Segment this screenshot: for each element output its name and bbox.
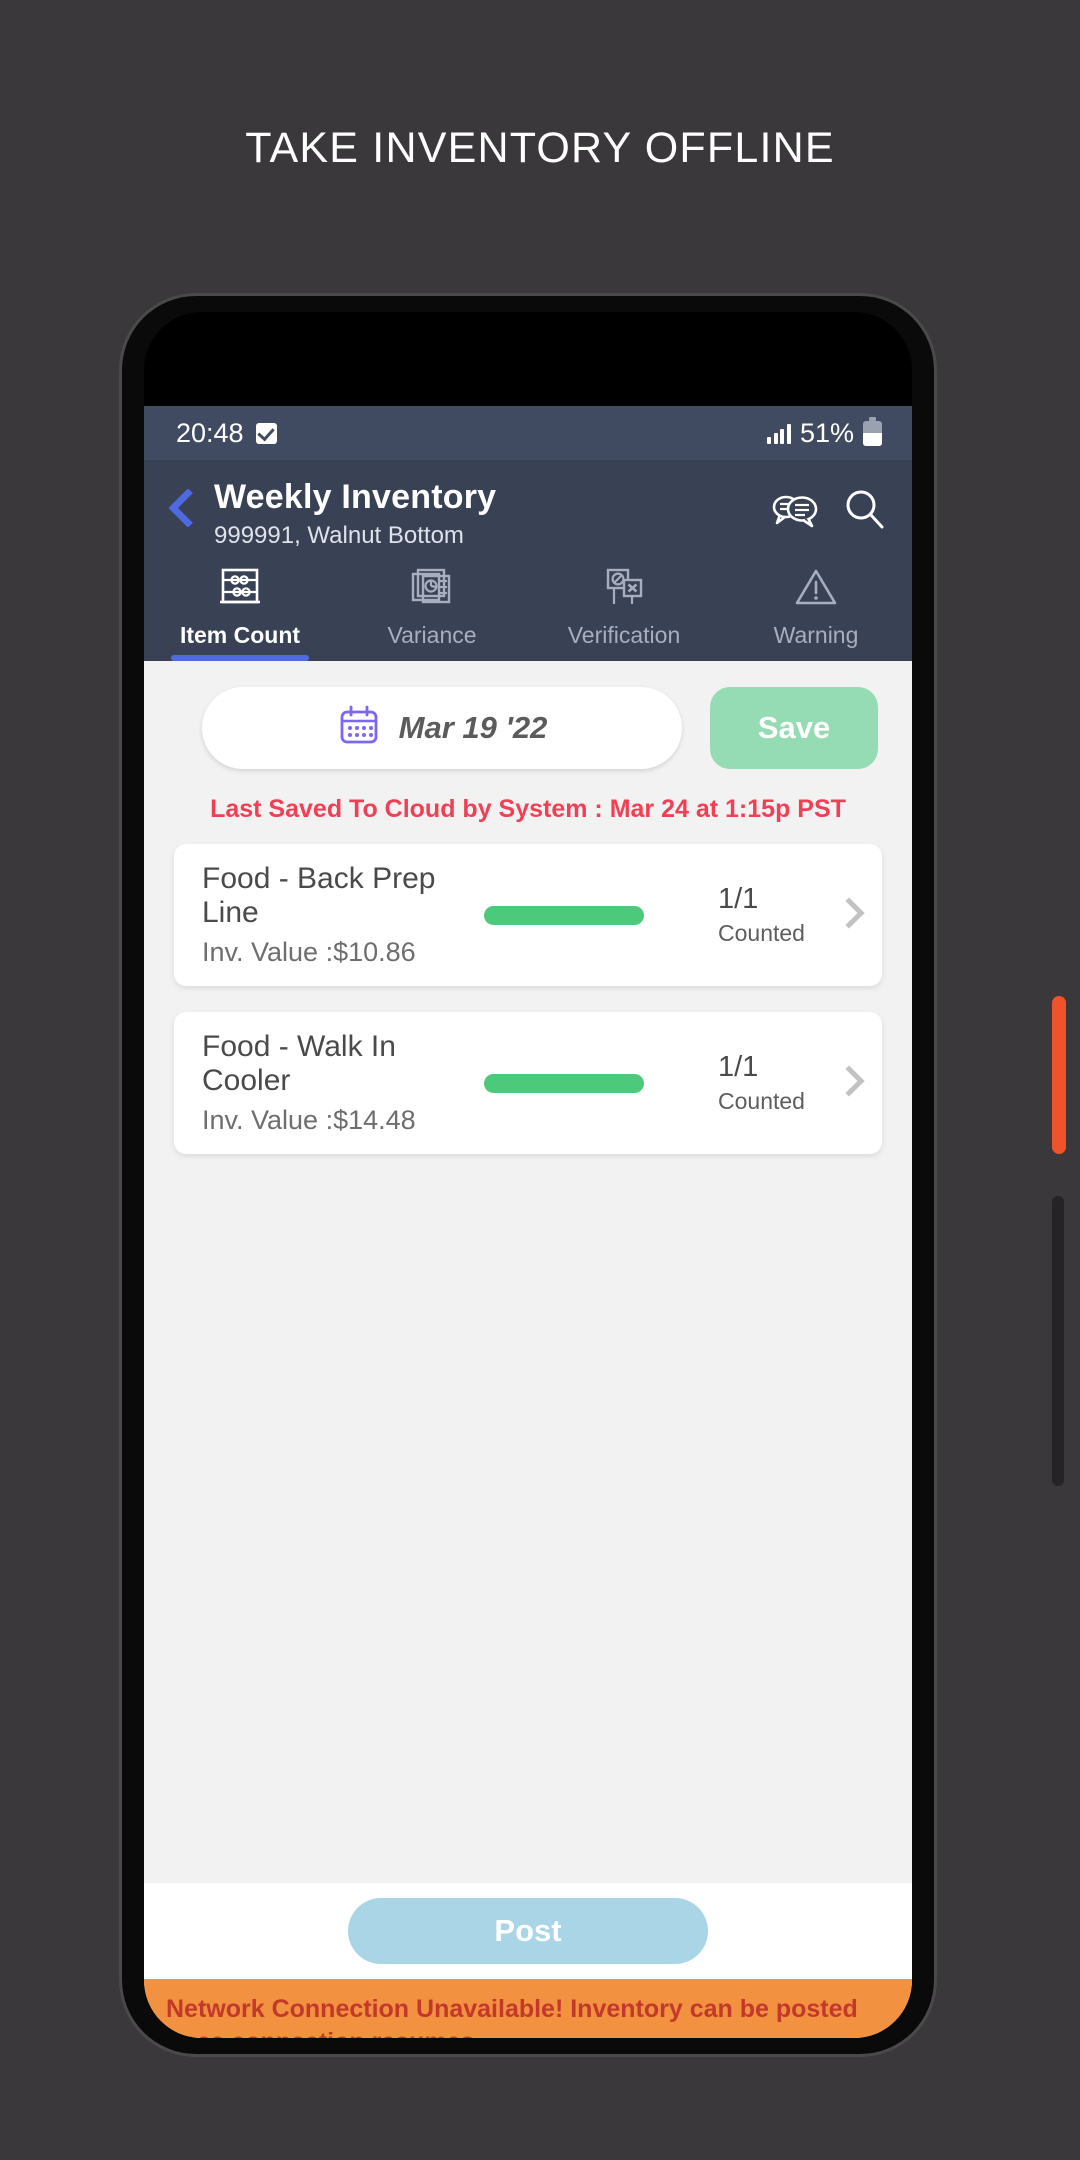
tab-label: Variance (387, 622, 477, 648)
item-value: Inv. Value :$14.48 (202, 1105, 416, 1135)
list-item[interactable]: Food - Walk In Cooler Inv. Value :$14.48… (174, 1012, 882, 1154)
signboards-icon (601, 562, 647, 614)
network-banner: Network Connection Unavailable! Inventor… (144, 1979, 912, 2038)
chat-bubbles-icon[interactable] (772, 489, 818, 534)
signal-bars-icon (767, 423, 791, 444)
chevron-right-icon[interactable] (834, 900, 864, 930)
last-saved-status: Last Saved To Cloud by System : Mar 24 a… (210, 795, 846, 823)
date-picker[interactable]: Mar 19 '22 (202, 687, 682, 769)
item-value: Inv. Value :$10.86 (202, 937, 416, 967)
item-title: Food - Walk In Cooler (202, 1030, 396, 1097)
tab-variance[interactable]: Variance (336, 558, 528, 661)
date-value: Mar 19 '22 (398, 710, 548, 745)
save-button[interactable]: Save (710, 687, 878, 769)
item-count-label: Counted (718, 920, 805, 946)
warning-triangle-icon (793, 562, 839, 614)
item-title: Food - Back Prep Line (202, 862, 436, 929)
volume-button[interactable] (1052, 1196, 1064, 1486)
item-count: 1/1 (718, 1051, 759, 1083)
app-bar-subtitle: 999991, Walnut Bottom (214, 522, 464, 549)
phone-screen-bezel: 20:48 51% Weekly Inventory 999991, Walnu… (144, 312, 912, 2038)
status-time: 20:48 (176, 417, 244, 448)
item-count: 1/1 (718, 883, 759, 915)
tab-warning[interactable]: Warning (720, 558, 912, 661)
toolbar-row: Mar 19 '22 Save (144, 661, 912, 769)
checkbox-checked-icon (255, 422, 277, 444)
tab-label: Warning (773, 622, 859, 648)
tab-bar: Item Count Variance Verification Warning (144, 558, 912, 661)
battery-icon (863, 416, 882, 446)
app-bar-title: Weekly Inventory (214, 478, 497, 516)
footer-bar: Post (144, 1883, 912, 1979)
abacus-icon (217, 562, 263, 614)
status-bar: 20:48 51% (144, 406, 912, 460)
main-content: Mar 19 '22 Save Last Saved To Cloud by S… (144, 661, 912, 1883)
app-bar: Weekly Inventory 999991, Walnut Bottom I… (144, 460, 912, 661)
progress-bar (484, 905, 644, 925)
search-icon[interactable] (844, 488, 886, 535)
chevron-right-icon[interactable] (834, 1068, 864, 1098)
tab-verification[interactable]: Verification (528, 558, 720, 661)
tab-label: Verification (567, 622, 681, 648)
list-item[interactable]: Food - Back Prep Line Inv. Value :$10.86… (174, 844, 882, 986)
progress-bar (484, 1073, 644, 1093)
app-screen: 20:48 51% Weekly Inventory 999991, Walnu… (144, 406, 912, 2038)
page-title: TAKE INVENTORY OFFLINE (245, 124, 835, 172)
item-count-label: Counted (718, 1088, 805, 1114)
progress-bar-wrapper (484, 1073, 718, 1093)
back-chevron-icon[interactable] (162, 484, 206, 534)
progress-bar-wrapper (484, 905, 718, 925)
post-button[interactable]: Post (348, 1898, 708, 1964)
battery-percent-label: 51% (799, 417, 854, 448)
power-button[interactable] (1052, 996, 1066, 1154)
report-chart-icon (409, 562, 455, 614)
calendar-icon (337, 704, 381, 753)
phone-frame: 20:48 51% Weekly Inventory 999991, Walnu… (122, 296, 1066, 2054)
tab-item-count[interactable]: Item Count (144, 558, 336, 661)
